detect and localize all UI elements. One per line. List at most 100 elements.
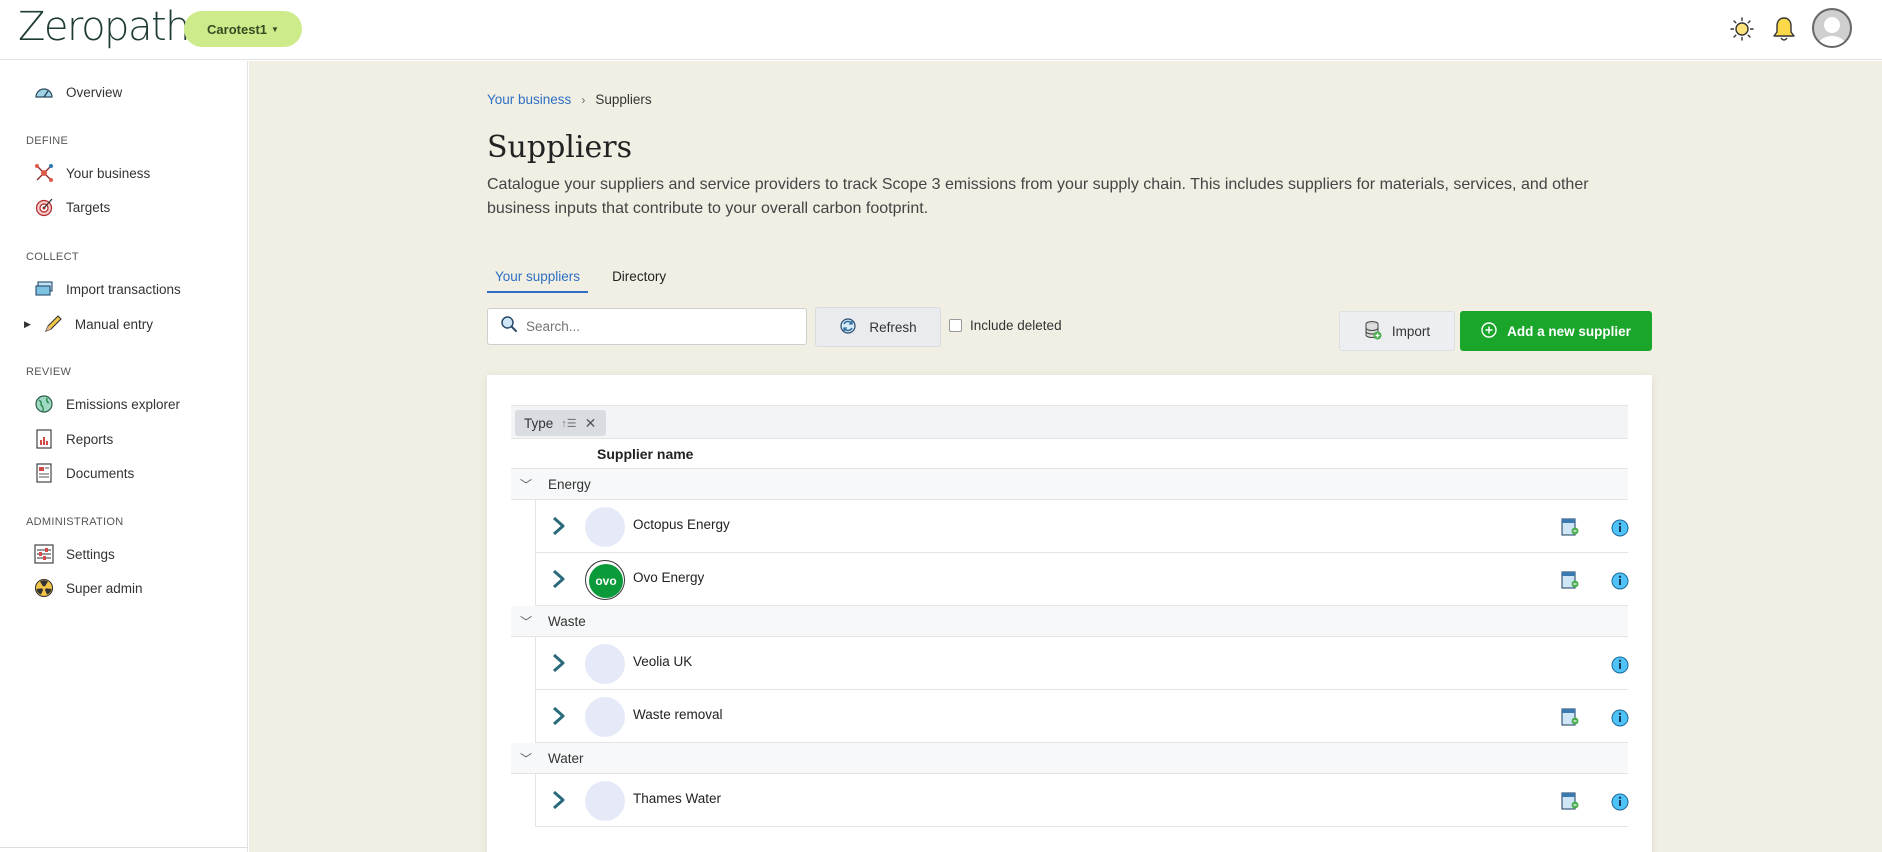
table-row[interactable]: Thames Water: [535, 774, 1629, 827]
top-bar: Zeropath Carotest1 ▼: [0, 0, 1882, 60]
include-deleted-label: Include deleted: [970, 318, 1062, 333]
org-switcher-button[interactable]: Carotest1 ▼: [184, 11, 302, 47]
supplier-name: Veolia UK: [633, 654, 693, 669]
zeropath-logo[interactable]: Zeropath: [18, 4, 191, 50]
info-icon[interactable]: [1611, 656, 1629, 679]
table-row[interactable]: Waste removal: [535, 690, 1629, 743]
target-icon: [34, 197, 54, 217]
group-label: Water: [548, 750, 584, 766]
page-title: Suppliers: [487, 130, 632, 165]
group-row-energy[interactable]: ﹀ Energy: [511, 469, 1628, 500]
document-link-icon[interactable]: [1560, 707, 1580, 732]
sidebar-item-manual-entry[interactable]: ▶ Manual entry: [24, 312, 153, 336]
sidebar-item-super-admin[interactable]: Super admin: [34, 576, 143, 600]
table-row[interactable]: ovo Ovo Energy: [535, 553, 1629, 606]
caret-down-icon: ▼: [271, 24, 279, 34]
chevron-down-icon[interactable]: ﹀: [511, 613, 541, 630]
search-box[interactable]: [487, 308, 807, 345]
group-label: Energy: [548, 476, 591, 492]
expand-row-icon[interactable]: [550, 568, 568, 595]
sort-icon[interactable]: ↑☰: [561, 417, 576, 430]
sidebar-section-review: REVIEW: [26, 366, 72, 378]
sidebar-item-settings[interactable]: Settings: [34, 542, 115, 566]
sidebar-section-administration: ADMINISTRATION: [26, 516, 124, 528]
chevron-right-icon: ›: [581, 92, 586, 107]
sidebar-section-define: DEFINE: [26, 135, 69, 147]
logo-text: Zeropath: [18, 4, 191, 50]
document-link-icon[interactable]: [1560, 791, 1580, 816]
radiation-icon: [34, 578, 54, 598]
sidebar-item-label: Settings: [66, 546, 115, 562]
chevron-down-icon[interactable]: ﹀: [511, 476, 541, 493]
sidebar-item-label: Documents: [66, 465, 135, 481]
expand-row-icon[interactable]: [550, 652, 568, 679]
bell-icon[interactable]: [1769, 14, 1799, 44]
breadcrumb-your-business[interactable]: Your business: [487, 92, 571, 107]
table-row[interactable]: Veolia UK: [535, 637, 1629, 690]
sidebar-item-emissions-explorer[interactable]: Emissions explorer: [34, 392, 180, 416]
column-header-supplier-name[interactable]: Supplier name: [597, 446, 693, 462]
sidebar-item-overview[interactable]: Overview: [34, 80, 122, 104]
supplier-logo: [585, 781, 625, 821]
sidebar-divider: [0, 847, 248, 848]
sidebar-item-targets[interactable]: Targets: [34, 195, 110, 219]
expand-caret-icon: ▶: [24, 318, 31, 329]
suppliers-table-card: Type ↑☰ ✕ Supplier name ﹀ Energy Octopus…: [487, 375, 1652, 852]
refresh-label: Refresh: [869, 319, 917, 335]
add-new-supplier-button[interactable]: Add a new supplier: [1460, 311, 1652, 351]
sidebar-section-collect: COLLECT: [26, 251, 79, 263]
sidebar-item-label: Your business: [66, 165, 151, 181]
org-name: Carotest1: [207, 21, 268, 37]
main-content: Your business › Suppliers Suppliers Cata…: [249, 61, 1882, 852]
sidebar-item-label: Targets: [66, 199, 111, 215]
sidebar-item-your-business[interactable]: Your business: [34, 161, 150, 185]
supplier-name: Waste removal: [633, 707, 723, 722]
tab-your-suppliers[interactable]: Your suppliers: [487, 269, 589, 293]
page-description: Catalogue your suppliers and service pro…: [487, 176, 1589, 217]
group-by-bar: Type ↑☰ ✕: [511, 405, 1628, 439]
add-supplier-label: Add a new supplier: [1507, 323, 1631, 339]
info-icon[interactable]: [1611, 519, 1629, 542]
search-input[interactable]: [526, 319, 786, 334]
info-icon[interactable]: [1611, 793, 1629, 816]
supplier-name: Ovo Energy: [633, 570, 705, 585]
sidebar-item-label: Emissions explorer: [66, 396, 181, 412]
supplier-name: Octopus Energy: [633, 517, 730, 532]
supplier-name: Thames Water: [633, 791, 722, 806]
sidebar-item-reports[interactable]: Reports: [34, 427, 113, 451]
group-chip-type[interactable]: Type ↑☰ ✕: [515, 410, 606, 436]
pencil-icon: [43, 314, 63, 334]
group-row-water[interactable]: ﹀ Water: [511, 743, 1628, 774]
document-link-icon[interactable]: [1560, 517, 1580, 542]
sun-icon[interactable]: [1727, 14, 1757, 44]
refresh-icon: [839, 317, 857, 338]
breadcrumb: Your business › Suppliers: [487, 92, 652, 107]
table-row[interactable]: Octopus Energy: [535, 500, 1629, 553]
info-icon[interactable]: [1611, 572, 1629, 595]
include-deleted-checkbox[interactable]: [949, 319, 962, 332]
tab-directory[interactable]: Directory: [604, 269, 674, 293]
expand-row-icon[interactable]: [550, 789, 568, 816]
tabs: Your suppliers Directory: [487, 269, 674, 293]
search-icon: [500, 315, 518, 338]
info-icon[interactable]: [1611, 709, 1629, 732]
ovo-logo: ovo: [585, 560, 625, 600]
document-link-icon[interactable]: [1560, 570, 1580, 595]
sidebar-item-import-transactions[interactable]: Import transactions: [34, 277, 181, 301]
import-button[interactable]: Import: [1339, 311, 1455, 351]
supplier-logo: [585, 697, 625, 737]
expand-row-icon[interactable]: [550, 705, 568, 732]
sidebar-item-documents[interactable]: Documents: [34, 461, 134, 485]
sidebar-item-label: Manual entry: [74, 316, 153, 332]
chevron-down-icon[interactable]: ﹀: [511, 750, 541, 767]
group-chip-label: Type: [524, 415, 554, 431]
network-icon: [34, 163, 54, 183]
refresh-button[interactable]: Refresh: [815, 307, 941, 347]
gauge-icon: [34, 82, 54, 102]
close-icon[interactable]: ✕: [585, 415, 597, 432]
group-row-waste[interactable]: ﹀ Waste: [511, 606, 1628, 637]
include-deleted-toggle[interactable]: Include deleted: [949, 318, 1062, 333]
user-avatar-icon[interactable]: [1812, 8, 1852, 48]
expand-row-icon[interactable]: [550, 515, 568, 542]
report-icon: [34, 429, 54, 449]
